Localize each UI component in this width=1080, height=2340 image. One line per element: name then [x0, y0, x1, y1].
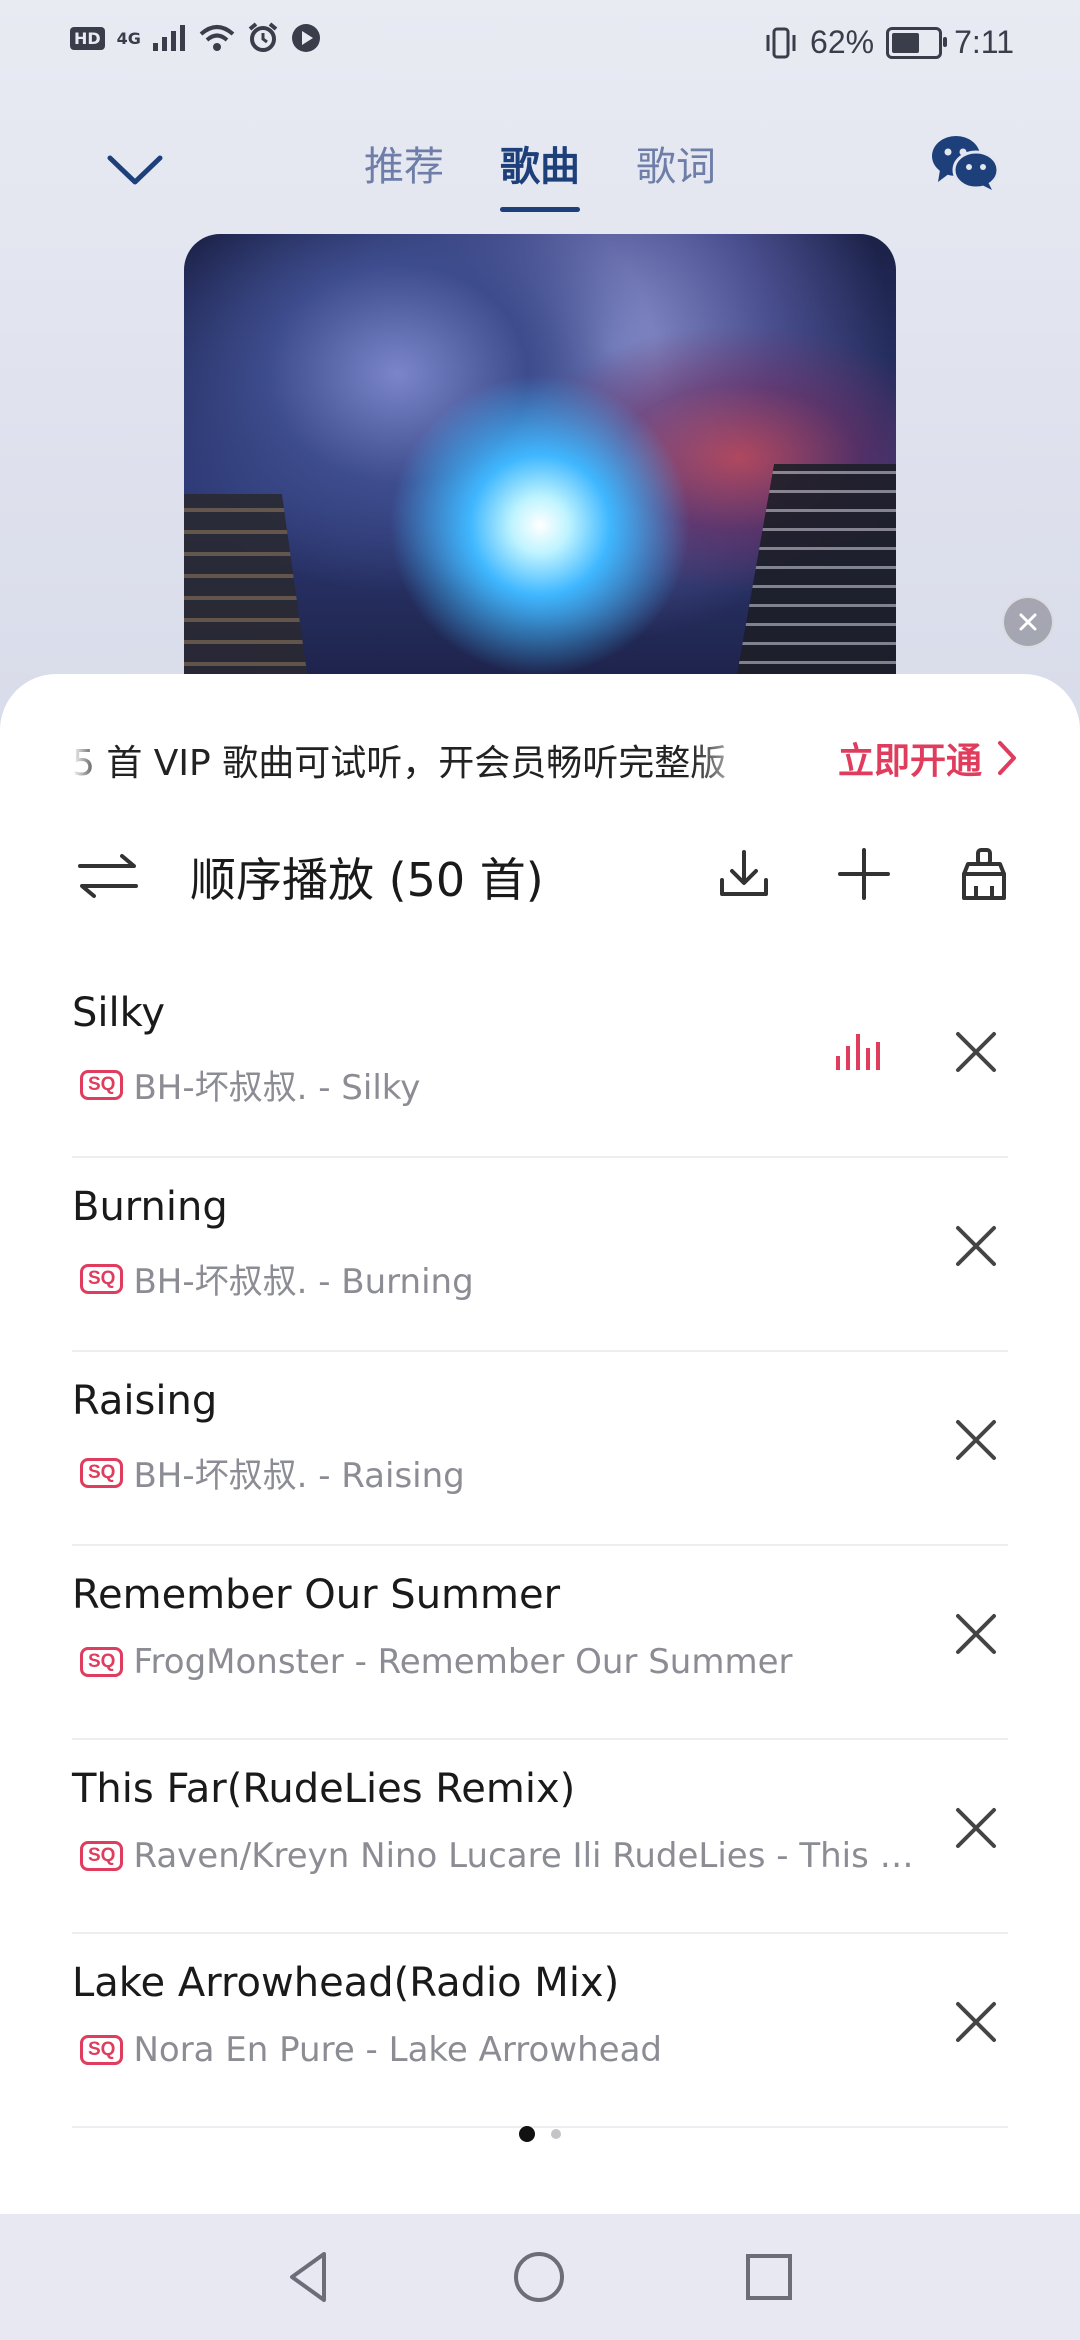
system-nav-bar	[0, 2214, 1080, 2340]
hd-badge: HD	[70, 26, 105, 50]
battery-percent: 62%	[810, 24, 875, 60]
close-icon	[956, 1420, 996, 1460]
chevron-right-icon	[998, 741, 1016, 775]
song-title: Lake Arrowhead(Radio Mix)	[72, 1960, 620, 2006]
close-icon	[956, 1614, 996, 1654]
remove-song-button[interactable]	[944, 1990, 1008, 2054]
download-icon	[720, 850, 768, 896]
playlist-toolbar: 顺序播放 (50 首)	[0, 826, 1080, 926]
clear-playlist-button[interactable]	[954, 844, 1014, 904]
vip-open-button[interactable]: 立即开通	[838, 732, 1018, 784]
status-bar: HD 4G 62% 7:11	[0, 0, 1080, 90]
song-row[interactable]: This Far(RudeLies Remix) SQ Raven/Kreyn Ni…	[72, 1740, 1008, 1934]
vibrate-icon	[766, 27, 796, 58]
tab-lyrics[interactable]: 歌词	[636, 134, 716, 212]
sequential-play-icon	[78, 854, 138, 898]
play-mode-button[interactable]	[76, 848, 140, 904]
back-triangle-icon	[290, 2252, 326, 2302]
wifi-icon	[199, 25, 235, 51]
close-icon	[1019, 613, 1037, 631]
song-meta: SQ Nora En Pure - Lake Arrowhead	[80, 2030, 918, 2070]
battery-icon	[886, 26, 948, 59]
playlist-sheet: 5 首 VIP 歌曲可试听，开会员畅听完整版 立即开通 顺序播放 (50 首)	[0, 674, 1080, 2214]
nav-recents-button[interactable]	[736, 2244, 802, 2310]
play-mode-label[interactable]: 顺序播放 (50 首)	[190, 844, 544, 910]
vip-banner[interactable]: 5 首 VIP 歌曲可试听，开会员畅听完整版 立即开通	[0, 728, 1080, 798]
tab-songs[interactable]: 歌曲	[500, 134, 580, 212]
close-icon	[956, 1226, 996, 1266]
close-icon	[956, 1032, 996, 1072]
song-meta: SQ BH-坏叔叔. - Silky	[80, 1060, 918, 1109]
recents-square-icon	[746, 2254, 792, 2300]
signal-icon	[152, 25, 185, 51]
sq-quality-badge: SQ	[80, 1069, 124, 1100]
player-header: 推荐 歌曲 歌词	[0, 120, 1080, 220]
wechat-icon	[932, 136, 1000, 190]
nav-home-button[interactable]	[506, 2244, 572, 2310]
song-title: Remember Our Summer	[72, 1572, 561, 1618]
song-title: This Far(RudeLies Remix)	[72, 1766, 576, 1812]
alarm-icon	[248, 22, 278, 52]
tab-recommend[interactable]: 推荐	[364, 134, 444, 212]
status-right: 62% 7:11	[764, 24, 1014, 61]
remove-song-button[interactable]	[944, 1020, 1008, 1084]
home-circle-icon	[514, 2252, 564, 2302]
song-row[interactable]: Remember Our Summer SQ FrogMonster - Remem…	[72, 1546, 1008, 1740]
download-all-button[interactable]	[714, 844, 774, 904]
wechat-share-button[interactable]	[930, 132, 1000, 192]
clock: 7:11	[954, 24, 1014, 60]
page-dot-active	[519, 2126, 535, 2142]
song-row[interactable]: Burning SQ BH-坏叔叔. - Burning	[72, 1158, 1008, 1352]
broom-icon	[962, 848, 1006, 900]
remove-song-button[interactable]	[944, 1408, 1008, 1472]
plus-icon	[838, 848, 890, 900]
close-icon	[956, 1808, 996, 1848]
song-title: Silky	[72, 990, 166, 1036]
song-artist: FrogMonster - Remember Our Summer	[133, 1642, 793, 1682]
remove-song-button[interactable]	[944, 1214, 1008, 1278]
sq-quality-badge: SQ	[80, 1457, 124, 1488]
song-artist: BH-坏叔叔. - Burning	[133, 1262, 474, 1302]
song-artist: BH-坏叔叔. - Silky	[133, 1068, 421, 1108]
song-row[interactable]: Lake Arrowhead(Radio Mix) SQ Nora En Pure …	[72, 1934, 1008, 2128]
remove-song-button[interactable]	[944, 1602, 1008, 1666]
page-indicator	[0, 2126, 1080, 2142]
close-ad-button[interactable]	[1002, 596, 1054, 648]
remove-song-button[interactable]	[944, 1796, 1008, 1860]
close-icon	[956, 2002, 996, 2042]
song-artist: Nora En Pure - Lake Arrowhead	[133, 2030, 662, 2070]
nav-back-button[interactable]	[276, 2244, 342, 2310]
battery-fill	[892, 32, 920, 53]
sq-quality-badge: SQ	[80, 1647, 124, 1677]
song-list: Silky SQ BH-坏叔叔. - Silky Burning SQ BH-坏叔叔. -…	[72, 964, 1008, 2128]
song-title: Burning	[72, 1184, 228, 1230]
sq-quality-badge: SQ	[80, 1263, 124, 1294]
song-meta: SQ BH-坏叔叔. - Raising	[80, 1448, 918, 1497]
song-artist: BH-坏叔叔. - Raising	[133, 1456, 465, 1496]
status-left: HD 4G	[70, 22, 321, 54]
song-meta: SQ FrogMonster - Remember Our Summer	[80, 1642, 918, 1682]
play-indicator-icon	[291, 24, 320, 52]
page-dot	[551, 2129, 561, 2139]
song-meta: SQ BH-坏叔叔. - Burning	[80, 1254, 918, 1303]
now-playing-equalizer-icon	[836, 1034, 880, 1070]
vip-open-label: 立即开通	[837, 741, 982, 782]
add-to-playlist-button[interactable]	[834, 844, 894, 904]
sq-quality-badge: SQ	[80, 1841, 124, 1871]
vip-banner-text: 5 首 VIP 歌曲可试听，开会员畅听完整版	[72, 743, 727, 784]
song-artist: Raven/Kreyn Nino Lucare Ili RudeLies - T…	[133, 1836, 914, 1876]
player-tabs: 推荐 歌曲 歌词	[0, 134, 1080, 212]
song-meta: SQ Raven/Kreyn Nino Lucare Ili RudeLies -…	[80, 1836, 918, 1876]
network-type: 4G	[116, 28, 141, 48]
sq-quality-badge: SQ	[80, 2035, 124, 2065]
song-title: Raising	[72, 1378, 218, 1424]
song-row[interactable]: Raising SQ BH-坏叔叔. - Raising	[72, 1352, 1008, 1546]
song-row[interactable]: Silky SQ BH-坏叔叔. - Silky	[72, 964, 1008, 1158]
